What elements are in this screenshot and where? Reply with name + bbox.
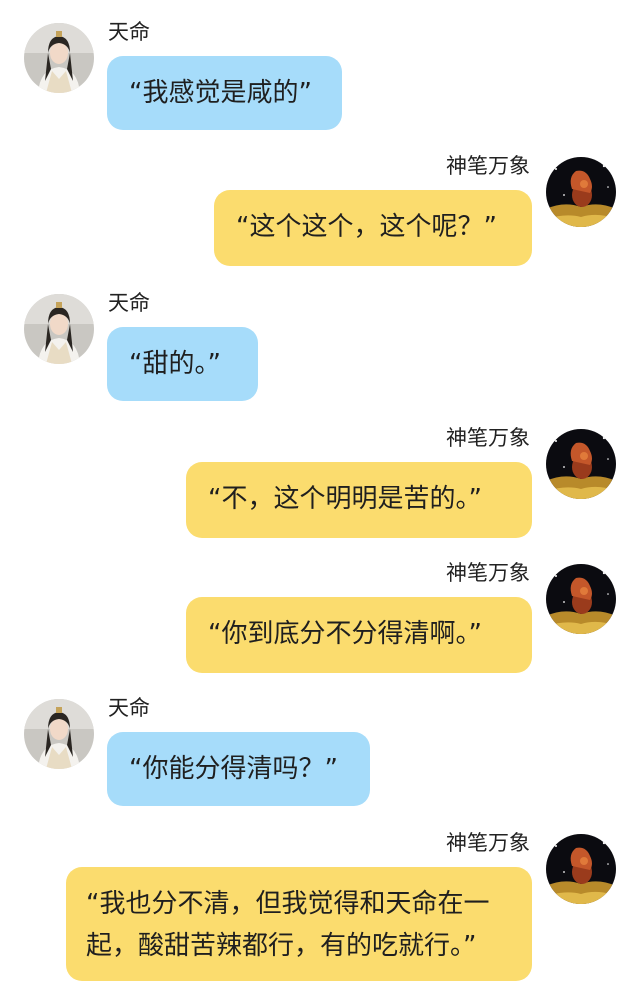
chat-message: 神笔万象 “你到底分不分得清啊。” xyxy=(0,559,640,673)
message-line: 起，酸甜苦辣都行，有的吃就行。” xyxy=(86,931,477,961)
message-bubble[interactable]: “不，这个明明是苦的。” xyxy=(186,462,532,538)
message-bubble[interactable]: “你到底分不分得清啊。” xyxy=(186,597,532,673)
person-avatar-icon[interactable] xyxy=(24,294,94,364)
sender-name: 天命 xyxy=(108,696,150,720)
person-avatar-icon[interactable] xyxy=(24,699,94,769)
cosmic-painting-avatar-icon[interactable] xyxy=(546,564,616,634)
message-bubble[interactable]: “我感觉是咸的” xyxy=(107,56,342,130)
sender-name: 神笔万象 xyxy=(446,154,530,178)
sender-name: 天命 xyxy=(108,20,150,44)
chat-message: 天命 “甜的。” xyxy=(0,289,640,401)
cosmic-painting-avatar-icon[interactable] xyxy=(546,834,616,904)
chat-message: 神笔万象 “这个这个，这个呢？” xyxy=(0,152,640,266)
message-bubble[interactable]: “这个这个，这个呢？” xyxy=(214,190,532,266)
message-line: “我也分不清，但我觉得和天命在一 xyxy=(86,889,490,919)
sender-name: 神笔万象 xyxy=(446,426,530,450)
chat-message: 天命 “你能分得清吗？” xyxy=(0,694,640,806)
person-avatar-icon[interactable] xyxy=(24,23,94,93)
message-bubble[interactable]: “我也分不清，但我觉得和天命在一 起，酸甜苦辣都行，有的吃就行。” xyxy=(66,867,532,981)
message-bubble[interactable]: “甜的。” xyxy=(107,327,258,401)
message-bubble[interactable]: “你能分得清吗？” xyxy=(107,732,370,806)
sender-name: 天命 xyxy=(108,291,150,315)
sender-name: 神笔万象 xyxy=(446,831,530,855)
chat-message: 神笔万象 “我也分不清，但我觉得和天命在一 起，酸甜苦辣都行，有的吃就行。” xyxy=(0,829,640,981)
chat-message: 天命 “我感觉是咸的” xyxy=(0,18,640,130)
cosmic-painting-avatar-icon[interactable] xyxy=(546,157,616,227)
chat-message: 神笔万象 “不，这个明明是苦的。” xyxy=(0,424,640,538)
sender-name: 神笔万象 xyxy=(446,561,530,585)
cosmic-painting-avatar-icon[interactable] xyxy=(546,429,616,499)
